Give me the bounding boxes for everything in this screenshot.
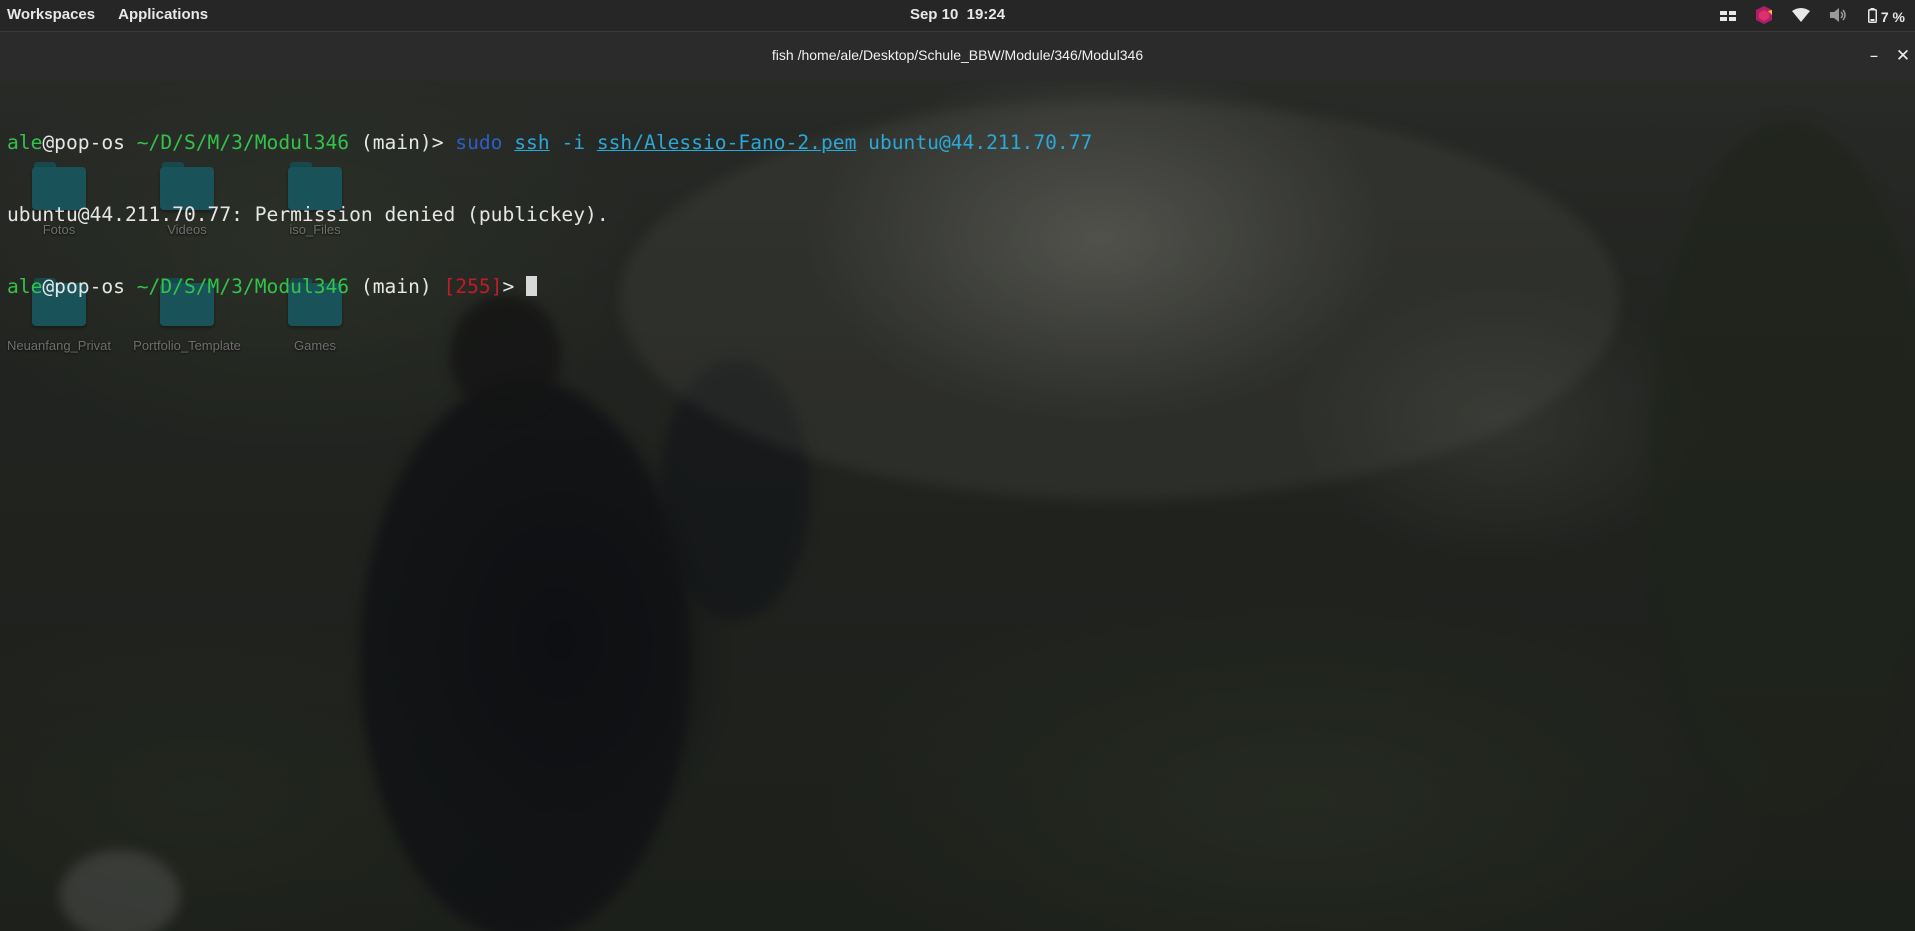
battery-percent: 7 % — [1880, 9, 1905, 25]
prompt-branch: (main) — [360, 131, 432, 154]
text-cursor — [526, 276, 538, 296]
minimize-button[interactable]: – — [1862, 44, 1886, 68]
top-panel: Workspaces Applications Sep 10 19:24 7 % — [0, 0, 1915, 31]
prompt-branch: (main) — [360, 275, 432, 298]
prompt-user: ale — [7, 275, 43, 298]
date-time: Sep 10 19:24 — [0, 6, 1915, 23]
clock-button[interactable]: Sep 10 19:24 — [910, 6, 1005, 23]
terminal-output[interactable]: ale@pop-os ~/D/S/M/3/Modul346 (main)> su… — [7, 83, 1902, 347]
prompt-path: ~/D/S/M/3/Modul346 — [136, 131, 350, 154]
terminal-line-1: ale@pop-os ~/D/S/M/3/Modul346 (main)> su… — [7, 131, 1902, 155]
battery-icon — [1867, 7, 1877, 27]
system-tray: 7 % — [1719, 6, 1905, 28]
time-label: 19:24 — [966, 6, 1006, 23]
prompt-host: @pop-os — [42, 275, 125, 298]
prompt-symbol: > — [502, 275, 515, 298]
terminal-line-2: ubuntu@44.211.70.77: Permission denied (… — [7, 203, 609, 226]
exit-status: [255] — [443, 275, 503, 298]
command-flag: -i — [561, 131, 586, 154]
terminal-line-3: ale@pop-os ~/D/S/M/3/Modul346 (main) [25… — [7, 275, 1902, 299]
volume-muted-icon[interactable] — [1829, 8, 1848, 26]
command-keyfile: ssh/Alessio-Fano-2.pem — [596, 131, 857, 154]
prompt-symbol: > — [431, 131, 444, 154]
window-switcher-icon[interactable] — [1719, 9, 1736, 26]
prompt-user: ale — [7, 131, 43, 154]
prompt-host: @pop-os — [42, 131, 125, 154]
workspaces-button[interactable]: Workspaces — [7, 6, 95, 23]
terminal-window[interactable]: fish /home/ale/Desktop/Schule_BBW/Module… — [0, 31, 1915, 931]
wifi-icon[interactable] — [1791, 8, 1810, 26]
command-target: ubuntu@44.211.70.77 — [868, 131, 1093, 154]
command-ssh: ssh — [514, 131, 550, 154]
battery-indicator[interactable]: 7 % — [1867, 7, 1905, 27]
applications-button[interactable]: Applications — [118, 6, 208, 23]
terminal-titlebar[interactable]: fish /home/ale/Desktop/Schule_BBW/Module… — [0, 31, 1915, 81]
terminal-title: fish /home/ale/Desktop/Schule_BBW/Module… — [771, 47, 1144, 63]
close-button[interactable]: ✕ — [1891, 44, 1915, 68]
prompt-path: ~/D/S/M/3/Modul346 — [136, 275, 350, 298]
command-sudo: sudo — [455, 131, 503, 154]
app-indicator-icon[interactable] — [1755, 6, 1772, 28]
date-label: Sep 10 — [909, 6, 959, 23]
